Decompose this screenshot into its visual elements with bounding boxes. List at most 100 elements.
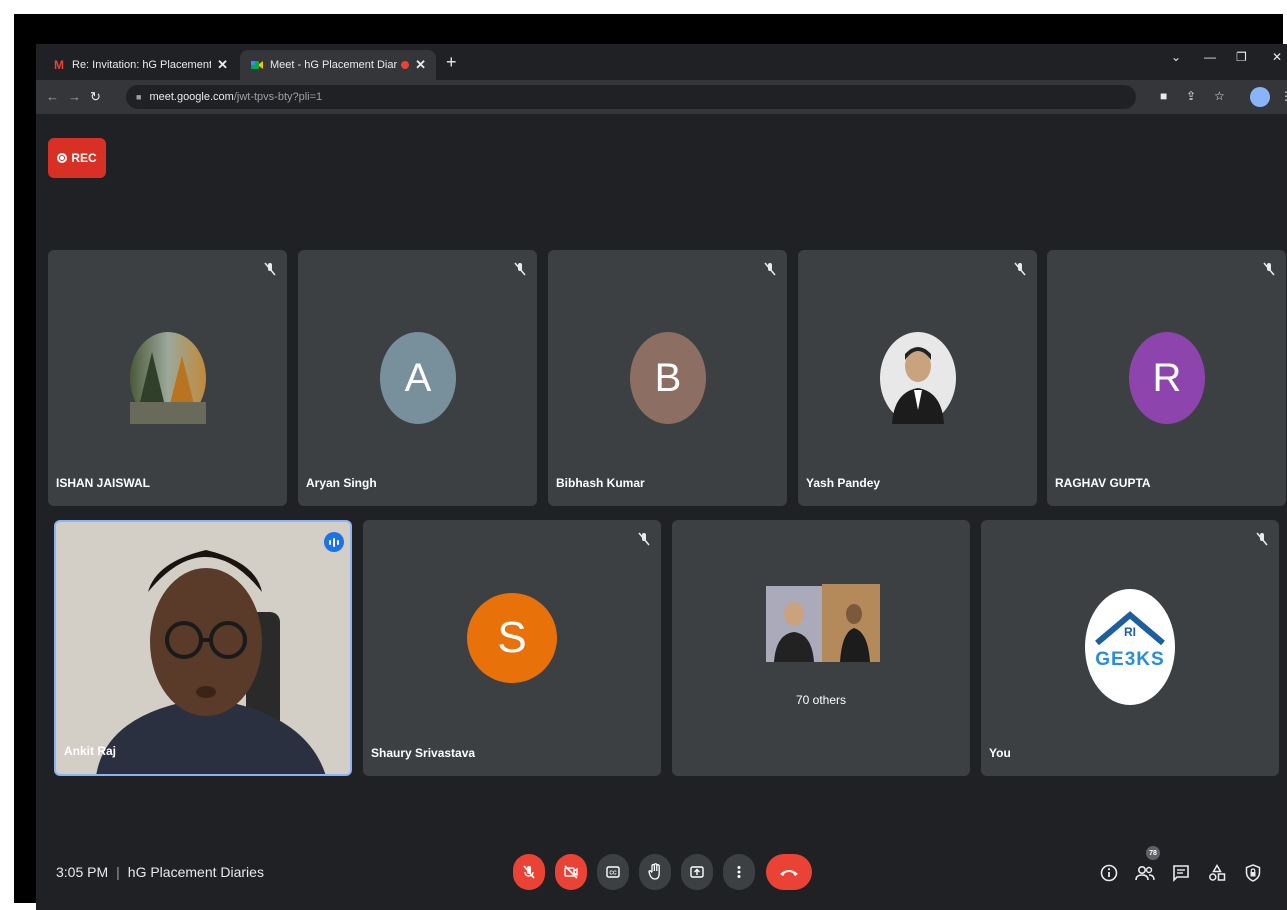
people-icon xyxy=(1135,865,1155,881)
leave-call-button[interactable] xyxy=(766,854,812,890)
tab-gmail[interactable]: M Re: Invitation: hG Placement Dia ✕ xyxy=(42,50,238,80)
screenshot-frame: M Re: Invitation: hG Placement Dia ✕ Mee… xyxy=(14,14,1287,910)
participant-tile[interactable]: Yash Pandey xyxy=(798,250,1037,506)
person-photo-icon xyxy=(766,586,822,662)
browser-window: M Re: Invitation: hG Placement Dia ✕ Mee… xyxy=(36,44,1287,910)
camera-icon[interactable]: ■ xyxy=(1160,89,1167,103)
you-avatar-bottom-text: GE3KS xyxy=(1095,649,1165,670)
hand-icon xyxy=(648,863,660,880)
share-icon[interactable]: ⇪ xyxy=(1186,89,1196,103)
meeting-controls-bar: 3:05 PM | hG Placement Diaries CC 78 xyxy=(36,834,1287,910)
raise-hand-button[interactable] xyxy=(639,854,671,890)
participant-name: Shaury Srivastava xyxy=(371,746,476,760)
url-host: meet.google.com xyxy=(149,91,234,103)
speaking-indicator-icon xyxy=(324,532,344,552)
avatar: RI GE3KS xyxy=(1085,589,1175,705)
meet-icon xyxy=(250,58,264,72)
tab-search-icon[interactable]: ⌄ xyxy=(1171,50,1181,64)
meeting-time: 3:05 PM xyxy=(56,864,109,880)
others-avatar xyxy=(822,584,880,662)
mic-off-icon xyxy=(523,865,535,879)
tab-title: Re: Invitation: hG Placement Dia xyxy=(72,59,212,71)
forward-icon[interactable]: → xyxy=(68,89,81,104)
participant-tile[interactable]: R RAGHAV GUPTA xyxy=(1047,250,1286,506)
participant-name: RAGHAV GUPTA xyxy=(1055,476,1151,490)
participant-name: Bibhash Kumar xyxy=(556,476,645,490)
mic-toggle-button[interactable] xyxy=(513,854,545,890)
back-icon[interactable]: ← xyxy=(46,89,59,104)
minimize-button[interactable]: — xyxy=(1204,50,1216,64)
camera-off-icon xyxy=(564,865,578,879)
recording-indicator-icon xyxy=(401,61,410,69)
chat-icon xyxy=(1173,865,1189,882)
people-count-badge: 78 xyxy=(1146,846,1160,860)
person-photo-icon xyxy=(892,347,944,424)
info-icon xyxy=(1100,864,1118,882)
participant-name: Aryan Singh xyxy=(306,476,377,490)
tab-title: Meet - hG Placement Diaries xyxy=(270,59,398,71)
mic-off-icon xyxy=(1014,262,1026,276)
others-avatar xyxy=(766,586,822,662)
participant-tile[interactable]: ISHAN JAISWAL xyxy=(48,250,287,506)
participant-name: You xyxy=(989,746,1011,760)
star-icon[interactable]: ☆ xyxy=(1214,89,1225,103)
recording-badge: REC xyxy=(48,138,106,178)
avatar: R xyxy=(1129,332,1205,424)
people-button[interactable] xyxy=(1134,862,1156,884)
url-path: /jwt-tpvs-bty?pli=1 xyxy=(233,91,323,103)
mic-off-icon xyxy=(514,262,526,276)
lock-icon: ■ xyxy=(136,92,142,102)
profile-avatar[interactable] xyxy=(1250,87,1270,107)
present-button[interactable] xyxy=(681,854,713,890)
participant-tile[interactable]: B Bibhash Kumar xyxy=(548,250,787,506)
participant-video-tile[interactable]: Ankit Raj xyxy=(54,520,352,776)
avatar: S xyxy=(467,593,557,683)
participant-name: Ankit Raj xyxy=(64,744,117,758)
meeting-info: 3:05 PM | hG Placement Diaries xyxy=(56,864,264,880)
avatar: A xyxy=(380,332,456,424)
close-window-button[interactable]: ✕ xyxy=(1272,50,1282,64)
host-controls-button[interactable] xyxy=(1242,862,1264,884)
maximize-button[interactable]: ❐ xyxy=(1236,50,1247,64)
you-avatar-top-text: RI xyxy=(1124,625,1136,639)
avatar xyxy=(880,332,956,424)
meeting-details-button[interactable] xyxy=(1098,862,1120,884)
captions-button[interactable]: CC xyxy=(597,854,629,890)
more-options-button[interactable] xyxy=(723,854,755,890)
avatar: B xyxy=(630,332,706,424)
mic-off-icon xyxy=(264,262,276,276)
forest-photo-icon xyxy=(130,352,206,424)
house-logo-icon xyxy=(1095,611,1165,646)
more-vert-icon xyxy=(737,866,741,878)
new-tab-button[interactable]: + xyxy=(446,52,457,73)
others-tile[interactable]: 70 others xyxy=(672,520,970,776)
url-input[interactable]: ■ meet.google.com/jwt-tpvs-bty?pli=1 xyxy=(126,85,1136,109)
mic-off-icon xyxy=(1263,262,1275,276)
menu-icon[interactable]: ⋮ xyxy=(1280,89,1287,103)
mic-off-icon xyxy=(638,532,650,546)
present-icon xyxy=(690,866,704,878)
tab-bar: M Re: Invitation: hG Placement Dia ✕ Mee… xyxy=(36,44,1287,80)
camera-toggle-button[interactable] xyxy=(555,854,587,890)
tab-meet[interactable]: Meet - hG Placement Diaries ✕ xyxy=(240,50,436,80)
chat-button[interactable] xyxy=(1170,862,1192,884)
mic-off-icon xyxy=(764,262,776,276)
participant-tile[interactable]: RI GE3KS You xyxy=(981,520,1279,776)
others-label: 70 others xyxy=(795,693,847,707)
avatar xyxy=(130,332,206,424)
activities-button[interactable] xyxy=(1206,862,1228,884)
captions-icon: CC xyxy=(606,866,620,878)
participant-tile[interactable]: A Aryan Singh xyxy=(298,250,537,506)
gmail-icon: M xyxy=(54,58,64,72)
activities-icon xyxy=(1209,864,1226,881)
participant-name: ISHAN JAISWAL xyxy=(56,476,151,490)
meeting-name: hG Placement Diaries xyxy=(127,864,264,880)
close-tab-icon[interactable]: ✕ xyxy=(415,57,426,73)
shield-lock-icon xyxy=(1245,864,1261,882)
reload-icon[interactable]: ↻ xyxy=(90,89,101,105)
recording-label: REC xyxy=(71,151,97,165)
participant-tile[interactable]: S Shaury Srivastava xyxy=(363,520,661,776)
close-tab-icon[interactable]: ✕ xyxy=(217,57,228,73)
mic-off-icon xyxy=(1256,532,1268,546)
person-photo-icon xyxy=(822,584,880,662)
